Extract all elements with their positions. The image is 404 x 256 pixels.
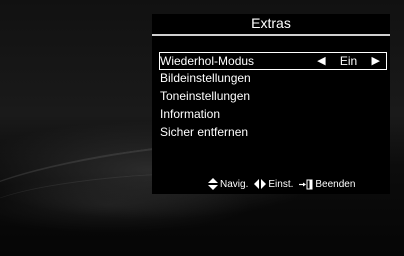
left-triangle-icon[interactable]: ◀ bbox=[317, 53, 325, 70]
menu-item-label: Toneinstellungen bbox=[160, 89, 251, 103]
hint-exit: Beenden bbox=[299, 179, 355, 190]
hint-adjust-label: Einst. bbox=[268, 178, 294, 190]
menu-item-label: Bildeinstellungen bbox=[160, 71, 251, 85]
menu-item-label: Sicher entfernen bbox=[160, 125, 249, 139]
menu-item-label: Wiederhol-Modus bbox=[160, 54, 255, 68]
right-triangle-icon[interactable]: ▶ bbox=[372, 53, 380, 70]
menu-item-picture-settings[interactable]: Bildeinstellungen bbox=[159, 70, 387, 88]
option-selector[interactable]: ◀ Ein ▶ bbox=[317, 53, 380, 69]
menu-item-label: Information bbox=[160, 107, 221, 121]
menu-list: Wiederhol-Modus ◀ Ein ▶ Bildeinstellunge… bbox=[159, 52, 387, 142]
hint-exit-label: Beenden bbox=[315, 178, 356, 190]
menu-item-sound-settings[interactable]: Toneinstellungen bbox=[159, 88, 387, 106]
hint-navigate: Navig. bbox=[208, 178, 248, 190]
menu-item-repeat-mode[interactable]: Wiederhol-Modus ◀ Ein ▶ bbox=[159, 52, 387, 70]
exit-icon bbox=[299, 179, 313, 189]
left-right-arrows-icon bbox=[254, 179, 267, 189]
menu-item-safe-remove[interactable]: Sicher entfernen bbox=[159, 124, 387, 142]
hint-adjust: Einst. bbox=[254, 179, 293, 190]
option-value: Ein bbox=[339, 53, 358, 68]
up-down-arrows-icon bbox=[208, 178, 218, 190]
menu-title: Extras bbox=[152, 14, 390, 36]
menu-item-information[interactable]: Information bbox=[159, 106, 387, 124]
button-hints: Navig. Einst. Beenden bbox=[208, 177, 361, 191]
hint-navigate-label: Navig. bbox=[220, 178, 249, 190]
